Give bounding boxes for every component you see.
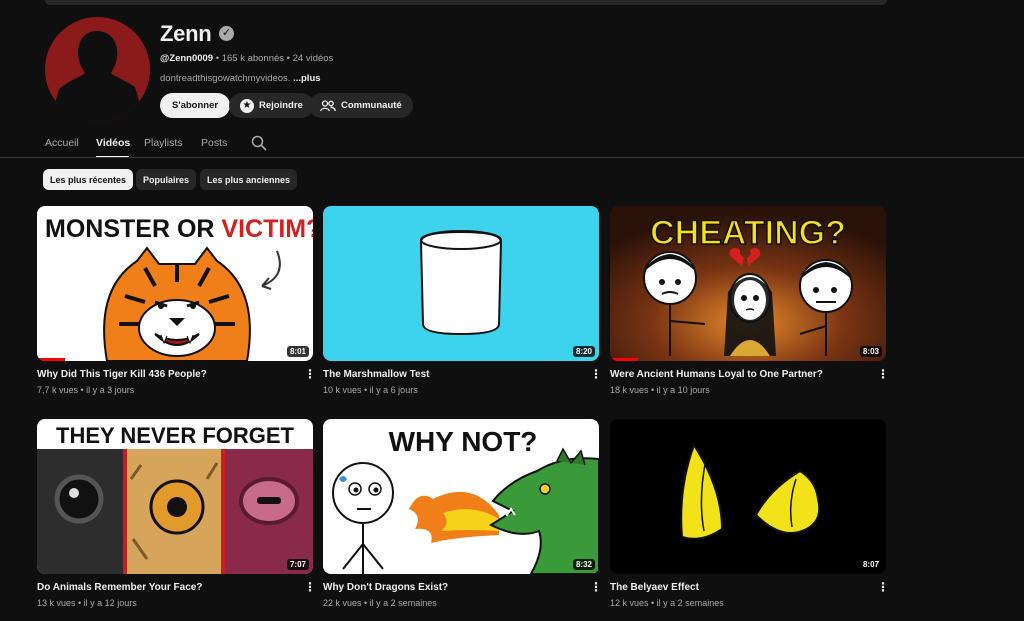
video-thumbnail[interactable]: CHEATING? 8:03 [610, 206, 886, 361]
subscriber-count: • 165 k abonnés [213, 53, 285, 64]
marshmallow-illustration [419, 230, 503, 336]
thumb-text-never-forget: THEY NEVER FORGET [56, 423, 295, 448]
more-options-icon[interactable]: ⋮ [590, 368, 602, 380]
video-meta: 10 k vues • il y a 6 jours [323, 385, 418, 395]
animal-eyes-illustration [37, 449, 313, 574]
video-title[interactable]: Why Did This Tiger Kill 436 People? [37, 369, 207, 380]
channel-name: Zenn [160, 21, 212, 46]
community-button[interactable]: Communauté [309, 93, 413, 118]
video-title[interactable]: The Belyaev Effect [610, 582, 699, 593]
video-title[interactable]: The Marshmallow Test [323, 369, 430, 380]
thumb-text-cheating: CHEATING? [650, 214, 846, 252]
community-label: Communauté [341, 100, 402, 111]
people-icon [320, 99, 336, 111]
channel-description[interactable]: dontreadthisgowatchmyvideos. ...plus [160, 73, 321, 84]
more-options-icon[interactable]: ⋮ [590, 581, 602, 593]
tabs-divider [0, 157, 1024, 158]
description-text: dontreadthisgowatchmyvideos. [160, 73, 291, 84]
video-thumbnail[interactable]: 8:07 [610, 419, 886, 574]
thumb-text-monster: MONSTER OR [45, 215, 221, 243]
video-title[interactable]: Do Animals Remember Your Face? [37, 582, 202, 593]
video-card[interactable]: THEY NEVER FORGET 7:07 Do Animals Rememb… [37, 419, 316, 608]
verified-icon: ✓ [219, 26, 234, 41]
search-icon[interactable] [251, 135, 267, 156]
video-thumbnail[interactable]: 8:20 [323, 206, 599, 361]
video-meta: 22 k vues • il y a 2 semaines [323, 598, 437, 608]
video-card[interactable]: CHEATING? 8:03 Were Ancient Humans Loyal… [610, 206, 889, 395]
thumb-text-victim: VICTIM? [221, 215, 313, 243]
video-title[interactable]: Were Ancient Humans Loyal to One Partner… [610, 369, 823, 380]
subscribe-label: S'abonner [172, 100, 219, 111]
channel-meta: @Zenn0009 • 165 k abonnés • 24 vidéos [160, 53, 333, 64]
video-duration: 7:07 [286, 559, 309, 570]
video-thumbnail[interactable]: THEY NEVER FORGET 7:07 [37, 419, 313, 574]
more-link[interactable]: ...plus [290, 73, 320, 84]
video-count: • 24 vidéos [284, 53, 334, 64]
video-title[interactable]: Why Don't Dragons Exist? [323, 582, 448, 593]
video-duration: 8:32 [572, 559, 595, 570]
channel-avatar[interactable] [45, 17, 150, 122]
video-card[interactable]: 8:07 The Belyaev Effect 12 k vues • il y… [610, 419, 889, 608]
video-card[interactable]: 8:20 The Marshmallow Test 10 k vues • il… [323, 206, 602, 395]
video-card[interactable]: WHY NOT? 8:32 Why Don't Dragons Exist? 2… [323, 419, 602, 608]
video-card[interactable]: MONSTER OR VICTIM? 8:01 Why Did This Tig… [37, 206, 316, 395]
video-meta: 18 k vues • il y a 10 jours [610, 385, 710, 395]
thumb-text-why-not: WHY NOT? [389, 426, 538, 457]
channel-handle: @Zenn0009 [160, 53, 214, 64]
star-icon: ★ [240, 98, 254, 113]
video-meta: 13 k vues • il y a 12 jours [37, 598, 137, 608]
video-duration: 8:07 [859, 559, 882, 570]
chip-oldest[interactable]: Les plus anciennes [200, 169, 298, 190]
tab-videos[interactable]: Vidéos [96, 137, 130, 149]
svg-text:MONSTER OR VICTIM?: MONSTER OR VICTIM? [45, 215, 313, 243]
top-strip [45, 0, 887, 5]
more-options-icon[interactable]: ⋮ [304, 581, 316, 593]
tab-playlists[interactable]: Playlists [144, 137, 183, 149]
video-meta: 12 k vues • il y a 2 semaines [610, 598, 724, 608]
more-options-icon[interactable]: ⋮ [304, 368, 316, 380]
watch-progress-bar [37, 358, 65, 361]
join-label: Rejoindre [259, 100, 303, 111]
chip-popular[interactable]: Populaires [136, 169, 197, 190]
tab-posts[interactable]: Posts [201, 137, 227, 149]
video-duration: 8:20 [572, 346, 595, 357]
chip-recent[interactable]: Les plus récentes [43, 169, 134, 190]
more-options-icon[interactable]: ⋮ [877, 581, 889, 593]
video-thumbnail[interactable]: MONSTER OR VICTIM? 8:01 [37, 206, 313, 361]
watch-progress-bar [610, 358, 638, 361]
more-options-icon[interactable]: ⋮ [877, 368, 889, 380]
tab-home[interactable]: Accueil [45, 137, 79, 149]
video-duration: 8:01 [286, 346, 309, 357]
join-button[interactable]: ★ Rejoindre [229, 93, 314, 118]
video-thumbnail[interactable]: WHY NOT? 8:32 [323, 419, 599, 574]
subscribe-button[interactable]: S'abonner [160, 93, 231, 118]
video-duration: 8:03 [859, 346, 882, 357]
video-meta: 7,7 k vues • il y a 3 jours [37, 385, 135, 395]
